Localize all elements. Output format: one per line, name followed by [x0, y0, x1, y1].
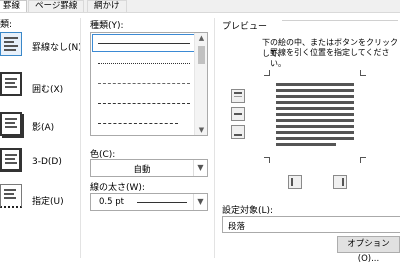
border-top-button[interactable]	[231, 89, 245, 103]
options-button[interactable]: オプション(O)...	[337, 236, 400, 264]
width-dropdown[interactable]: 0.5 pt ▼	[90, 193, 208, 211]
setting-box-label[interactable]: 囲む(X)	[32, 82, 63, 95]
setting-shadow-icon[interactable]	[0, 112, 22, 136]
tab-borders-label: 罫線	[3, 1, 21, 11]
border-left-button[interactable]	[288, 175, 302, 189]
chevron-down-icon[interactable]: ▼	[193, 160, 207, 176]
setting-3d-icon[interactable]	[0, 148, 22, 172]
scroll-down-icon[interactable]: ▼	[195, 126, 208, 134]
preview-text-line	[276, 119, 354, 122]
preview-text-line	[276, 131, 354, 134]
preview-text-line	[276, 107, 354, 110]
preview-text-line	[276, 101, 354, 104]
style-dash-dot-line[interactable]	[98, 123, 178, 124]
column-separator	[80, 18, 81, 258]
tab-shading-label: 網かけ	[94, 1, 120, 11]
preview-text-line	[276, 143, 336, 146]
color-dropdown[interactable]: 自動 ▼	[90, 159, 208, 177]
apply-to-dropdown[interactable]: 段落	[222, 216, 400, 233]
style-solid-line[interactable]	[98, 43, 190, 44]
preview-text-line	[276, 95, 354, 98]
settings-heading: 類:	[0, 20, 13, 30]
setting-shadow-label[interactable]: 影(A)	[32, 120, 54, 133]
preview-text-line	[276, 89, 354, 92]
style-dotted-line[interactable]	[98, 63, 190, 64]
setting-3d-label[interactable]: 3-D(D)	[32, 157, 62, 167]
setting-box-icon[interactable]	[0, 72, 22, 96]
color-value: 自動	[133, 165, 151, 175]
setting-none-icon[interactable]	[0, 32, 22, 56]
preview-title: プレビュー	[222, 22, 268, 32]
scroll-up-icon[interactable]: ▲	[195, 34, 208, 42]
preview-text-line	[276, 113, 354, 116]
chevron-down-icon[interactable]: ▼	[193, 194, 207, 210]
style-dashed-line[interactable]	[98, 103, 190, 104]
setting-custom-icon[interactable]	[0, 184, 22, 208]
setting-none-label[interactable]: 罫線なし(N)	[32, 40, 82, 53]
border-right-button[interactable]	[333, 175, 347, 189]
preview-text-line	[276, 137, 354, 140]
tab-page-borders[interactable]: ページ罫線	[28, 0, 85, 12]
style-fine-dashed-line[interactable]	[98, 83, 190, 84]
width-sample-line	[137, 202, 187, 203]
tab-divider	[0, 12, 400, 13]
preview-title-rule	[282, 20, 398, 21]
setting-custom-label[interactable]: 指定(U)	[32, 194, 64, 207]
scroll-thumb[interactable]	[198, 46, 205, 64]
style-listbox[interactable]: ▲ ▼	[90, 32, 208, 136]
column-separator	[214, 18, 215, 258]
style-scrollbar[interactable]: ▲ ▼	[194, 33, 207, 135]
tab-page-borders-label: ページ罫線	[35, 1, 78, 11]
border-middle-button[interactable]	[231, 107, 245, 121]
apply-to-value: 段落	[228, 222, 246, 232]
apply-to-label: 設定対象(L):	[222, 206, 274, 216]
style-label: 種類(Y):	[90, 21, 124, 31]
width-label: 線の太さ(W):	[90, 183, 145, 193]
border-bottom-button[interactable]	[231, 125, 245, 139]
preview-text-line	[276, 125, 354, 128]
preview-text-line	[276, 83, 354, 86]
tab-shading[interactable]: 網かけ	[87, 0, 127, 12]
preview-instruction-2: 罫線を引く位置を指定してください。	[270, 48, 390, 68]
